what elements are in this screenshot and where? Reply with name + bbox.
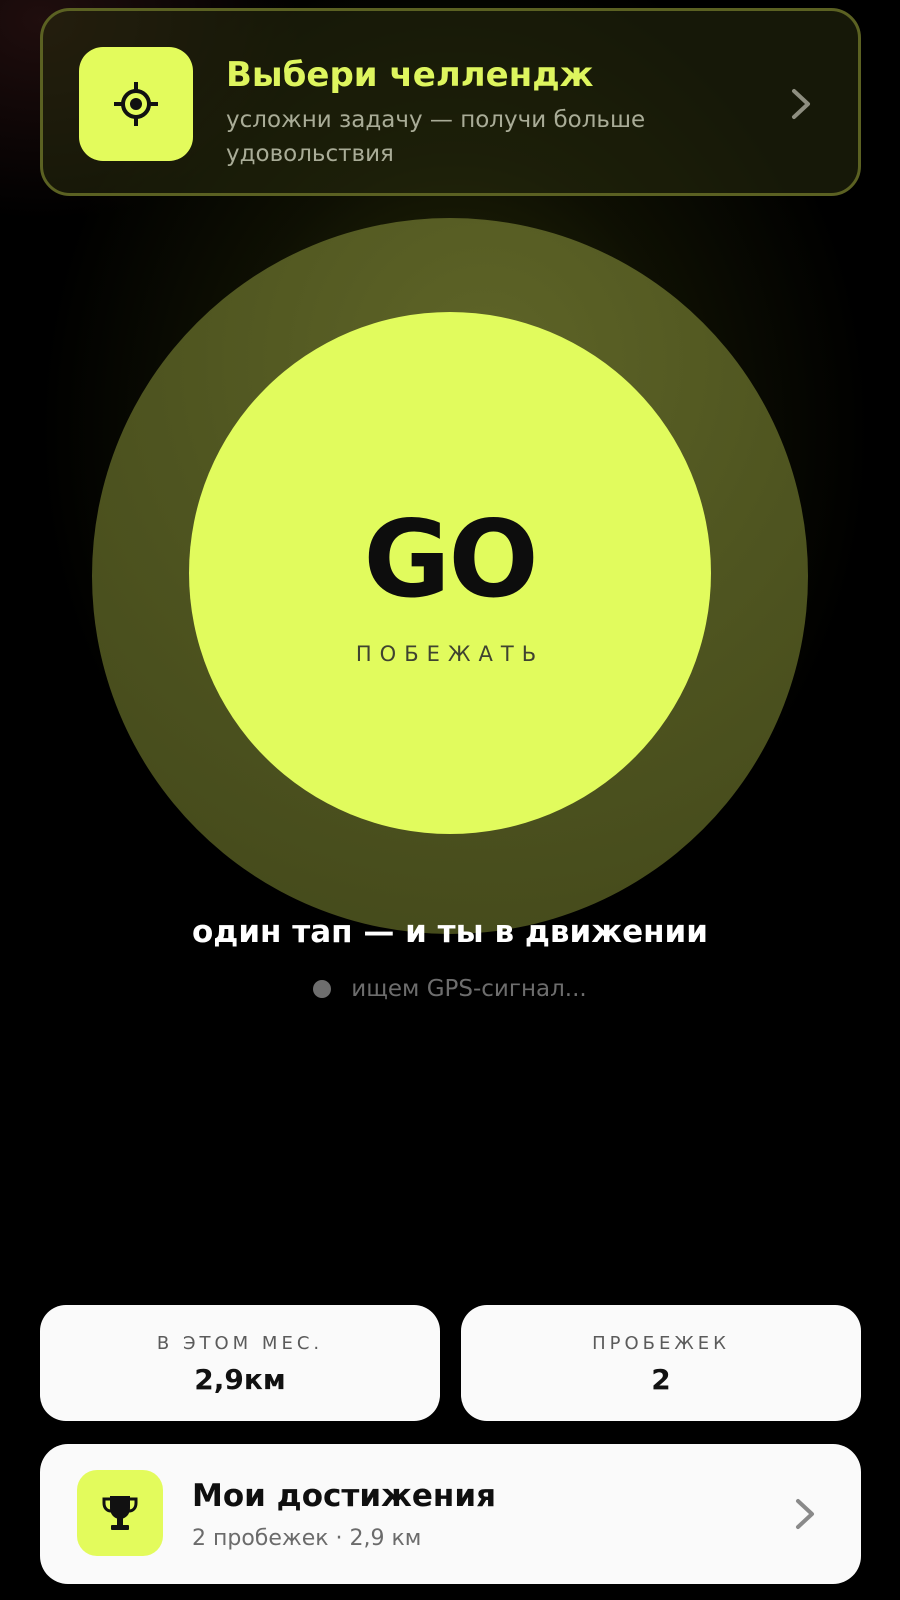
achievements-icon-box	[77, 1470, 163, 1556]
stat-value: 2,9км	[194, 1363, 286, 1396]
trophy-icon	[102, 1496, 138, 1530]
challenge-title: Выбери челлендж	[226, 55, 594, 95]
stat-value: 2	[651, 1363, 671, 1396]
stat-card-month-distance: В ЭТОМ МЕС. 2,9км	[40, 1305, 440, 1421]
go-label: GO	[363, 498, 538, 621]
stat-label: ПРОБЕЖЕК	[592, 1333, 730, 1354]
tagline: один тап — и ты в движении	[192, 914, 708, 950]
run-start-screen: Выбери челлендж усложни задачу — получи …	[0, 0, 900, 1600]
challenge-icon-box	[79, 47, 193, 161]
challenge-card[interactable]: Выбери челлендж усложни задачу — получи …	[40, 8, 861, 196]
stat-card-runs-count: ПРОБЕЖЕК 2	[461, 1305, 861, 1421]
achievements-card[interactable]: Мои достижения 2 пробежек · 2,9 км	[40, 1444, 861, 1584]
challenge-subtitle: усложни задачу — получи больше удовольст…	[226, 107, 646, 167]
go-sublabel: ПОБЕЖАТЬ	[355, 642, 545, 666]
achievements-title: Мои достижения	[192, 1478, 496, 1514]
target-icon	[114, 82, 158, 126]
stat-label: В ЭТОМ МЕС.	[156, 1333, 324, 1354]
gps-status-text: ищем GPS-сигнал...	[351, 976, 587, 1002]
gps-status: ищем GPS-сигнал...	[0, 976, 900, 1002]
chevron-right-icon	[792, 89, 810, 119]
achievements-subtitle: 2 пробежек · 2,9 км	[192, 1526, 422, 1551]
gps-status-dot	[313, 980, 332, 998]
chevron-right-icon	[796, 1499, 814, 1529]
go-button[interactable]: GO ПОБЕЖАТЬ	[189, 312, 711, 834]
